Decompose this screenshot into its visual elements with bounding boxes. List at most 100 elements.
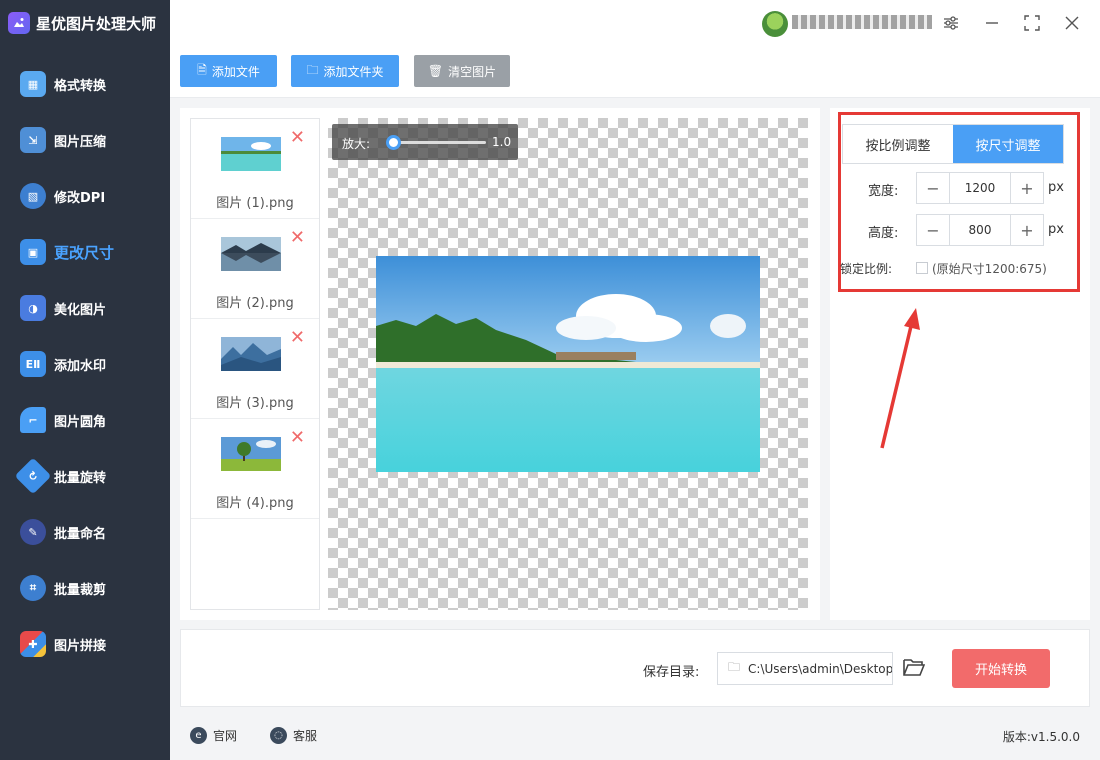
- height-input[interactable]: 800: [949, 215, 1011, 245]
- lock-ratio-checkbox[interactable]: [916, 262, 928, 274]
- trash-icon: 🗑: [427, 64, 444, 78]
- clear-images-button[interactable]: 🗑 清空图片: [414, 55, 510, 87]
- start-convert-button[interactable]: 开始转换: [952, 649, 1050, 688]
- dpi-icon: ▧: [20, 183, 46, 209]
- sidebar-item-resize[interactable]: ▣ 更改尺寸: [0, 224, 170, 280]
- width-increment-button[interactable]: +: [1011, 173, 1043, 203]
- toolbar: 🗎 添加文件 🗀 添加文件夹 🗑 清空图片: [170, 46, 1100, 98]
- tab-by-ratio[interactable]: 按比例调整: [843, 125, 953, 163]
- sidebar-item-label: 图片压缩: [54, 134, 107, 150]
- sidebar-item-rename[interactable]: ✎ 批量命名: [0, 504, 170, 560]
- image-compress-icon: ⇲: [20, 127, 46, 153]
- sliders-icon: [944, 16, 958, 30]
- website-label: 官网: [213, 729, 238, 743]
- fullscreen-icon: [1024, 15, 1040, 31]
- user-name-redacted: [792, 15, 932, 29]
- resize-mode-tabs: 按比例调整 按尺寸调整: [842, 124, 1064, 164]
- file-name: 图片 (2).png: [216, 296, 294, 311]
- sidebar-item-beautify[interactable]: ◑ 美化图片: [0, 280, 170, 336]
- sidebar-item-format-convert[interactable]: ▦ 格式转换: [0, 56, 170, 112]
- beautify-icon: ◑: [20, 295, 46, 321]
- add-folder-button[interactable]: 🗀 添加文件夹: [291, 55, 399, 87]
- avatar[interactable]: [762, 11, 788, 37]
- maximize-button[interactable]: [1020, 11, 1044, 35]
- thumbnail-mountain: [221, 337, 281, 371]
- sidebar-item-label: 图片拼接: [54, 638, 107, 654]
- sidebar-item-dpi[interactable]: ▧ 修改DPI: [0, 168, 170, 224]
- crop-icon: ⌗: [20, 575, 46, 601]
- delete-file-button[interactable]: ✕: [290, 329, 305, 347]
- save-directory-value: C:\Users\admin\Desktop: [748, 661, 893, 676]
- close-button[interactable]: [1060, 11, 1084, 35]
- sidebar-item-label: 更改尺寸: [54, 243, 115, 262]
- rotate-icon: ↻: [14, 457, 52, 495]
- output-bar: 保存目录: 🗀 C:\Users\admin\Desktop 开始转换: [180, 629, 1090, 707]
- file-icon: 🗎: [197, 62, 207, 77]
- clear-images-label: 清空图片: [448, 64, 497, 79]
- support-link[interactable]: ◌ 客服: [270, 727, 317, 744]
- save-directory-field[interactable]: 🗀 C:\Users\admin\Desktop: [717, 652, 893, 685]
- puzzle-icon: ✚: [20, 631, 46, 657]
- sidebar-item-label: 美化图片: [54, 302, 107, 318]
- delete-file-button[interactable]: ✕: [290, 129, 305, 147]
- add-file-label: 添加文件: [211, 64, 260, 79]
- folder-outline-icon: 🗀: [728, 660, 741, 674]
- sidebar-item-rounded-corner[interactable]: ⌐ 图片圆角: [0, 392, 170, 448]
- height-label: 高度:: [868, 226, 899, 241]
- sidebar-item-compress[interactable]: ⇲ 图片压缩: [0, 112, 170, 168]
- settings-sliders-button[interactable]: [939, 11, 963, 35]
- open-folder-icon: [903, 659, 926, 676]
- thumbnail-tree: [221, 437, 281, 471]
- sidebar-item-label: 批量裁剪: [54, 582, 107, 598]
- preview-image: [376, 256, 760, 472]
- minimize-icon: [986, 22, 998, 24]
- resize-icon: ▣: [20, 239, 46, 265]
- thumbnail-lake: [221, 237, 281, 271]
- sidebar-item-rotate[interactable]: ↻ 批量旋转: [0, 448, 170, 504]
- width-input[interactable]: 1200: [949, 173, 1011, 203]
- width-decrement-button[interactable]: −: [917, 173, 949, 203]
- delete-file-button[interactable]: ✕: [290, 229, 305, 247]
- sidebar-item-watermark[interactable]: EⅡ 添加水印: [0, 336, 170, 392]
- version-text: 版本:v1.5.0.0: [1002, 730, 1080, 744]
- sidebar-item-label: 格式转换: [54, 78, 107, 94]
- app-logo: 星优图片处理大师: [0, 0, 170, 46]
- add-folder-label: 添加文件夹: [323, 64, 384, 79]
- list-item[interactable]: ✕ 图片 (1).png: [191, 119, 319, 219]
- list-item[interactable]: ✕ 图片 (2).png: [191, 219, 319, 319]
- original-size-hint: (原始尺寸1200:675): [932, 262, 1047, 276]
- app-title: 星优图片处理大师: [36, 14, 157, 33]
- file-name: 图片 (4).png: [216, 496, 294, 511]
- list-item[interactable]: ✕ 图片 (4).png: [191, 419, 319, 519]
- rounded-corner-icon: ⌐: [20, 407, 46, 433]
- sidebar-item-label: 批量命名: [54, 526, 107, 542]
- delete-file-button[interactable]: ✕: [290, 429, 305, 447]
- zoom-slider-track[interactable]: [394, 141, 486, 144]
- resize-settings-panel: 按比例调整 按尺寸调整 宽度: − 1200 + px 高度: − 800 + …: [830, 108, 1090, 620]
- width-stepper: − 1200 +: [916, 172, 1044, 204]
- tab-by-size[interactable]: 按尺寸调整: [953, 125, 1063, 163]
- list-item[interactable]: ✕ 图片 (3).png: [191, 319, 319, 419]
- file-list: ✕ 图片 (1).png ✕ 图片 (2).png ✕ 图片 (3).png ✕…: [190, 118, 320, 610]
- zoom-control: 放大: 1.0: [332, 124, 518, 160]
- thumbnail-beach: [221, 137, 281, 171]
- height-increment-button[interactable]: +: [1011, 215, 1043, 245]
- support-label: 客服: [293, 729, 318, 743]
- website-link[interactable]: e 官网: [190, 727, 237, 744]
- zoom-slider-thumb[interactable]: [386, 135, 401, 150]
- lock-ratio-label: 锁定比例:: [840, 262, 893, 276]
- add-file-button[interactable]: 🗎 添加文件: [180, 55, 277, 87]
- chat-support-icon: ◌: [270, 727, 287, 744]
- minimize-button[interactable]: [980, 11, 1004, 35]
- save-directory-label: 保存目录:: [643, 665, 700, 680]
- browse-folder-button[interactable]: [903, 657, 927, 679]
- ie-browser-icon: e: [190, 727, 207, 744]
- workspace-panel: ✕ 图片 (1).png ✕ 图片 (2).png ✕ 图片 (3).png ✕…: [180, 108, 820, 620]
- height-decrement-button[interactable]: −: [917, 215, 949, 245]
- sidebar-item-stitch[interactable]: ✚ 图片拼接: [0, 616, 170, 672]
- sidebar-item-label: 批量旋转: [54, 470, 107, 486]
- sidebar-item-label: 图片圆角: [54, 414, 107, 430]
- zoom-value: 1.0: [492, 135, 512, 149]
- sidebar-item-crop[interactable]: ⌗ 批量裁剪: [0, 560, 170, 616]
- file-name: 图片 (1).png: [216, 196, 294, 211]
